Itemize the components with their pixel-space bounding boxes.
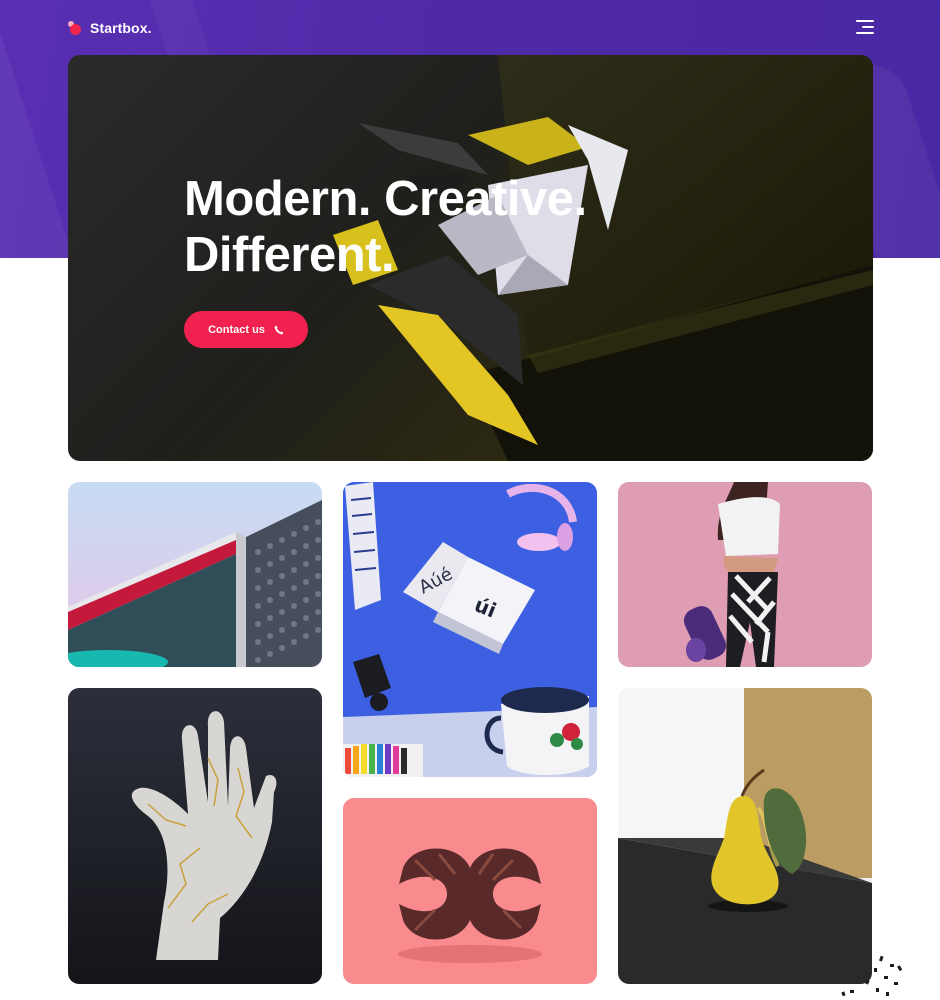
pretzel-donut-image[interactable] — [343, 798, 597, 984]
brand-name: Startbox. — [90, 20, 152, 36]
contact-us-label: Contact us — [208, 323, 265, 336]
startbox-logo-icon — [68, 21, 82, 35]
kintsugi-hand-image[interactable] — [68, 688, 322, 984]
contact-us-button[interactable]: Contact us — [184, 311, 308, 348]
phone-icon — [274, 325, 284, 334]
hero-title-line-1: Modern. Creative. — [184, 172, 587, 226]
yoga-woman-image[interactable] — [618, 482, 872, 667]
hero-title: Modern. Creative. Different. — [184, 171, 587, 283]
hero-title-line-2: Different. — [184, 228, 395, 282]
building-image[interactable] — [68, 482, 322, 667]
decorative-dots — [841, 955, 903, 997]
brand-logo[interactable]: Startbox. — [68, 15, 152, 41]
hamburger-menu-icon[interactable] — [856, 19, 874, 35]
hero-banner: Modern. Creative. Different. Contact us — [68, 55, 873, 461]
typography-book-image[interactable]: Aúé úi — [343, 482, 597, 777]
pear-image[interactable] — [618, 688, 872, 984]
top-navigation: Startbox. — [68, 15, 874, 41]
